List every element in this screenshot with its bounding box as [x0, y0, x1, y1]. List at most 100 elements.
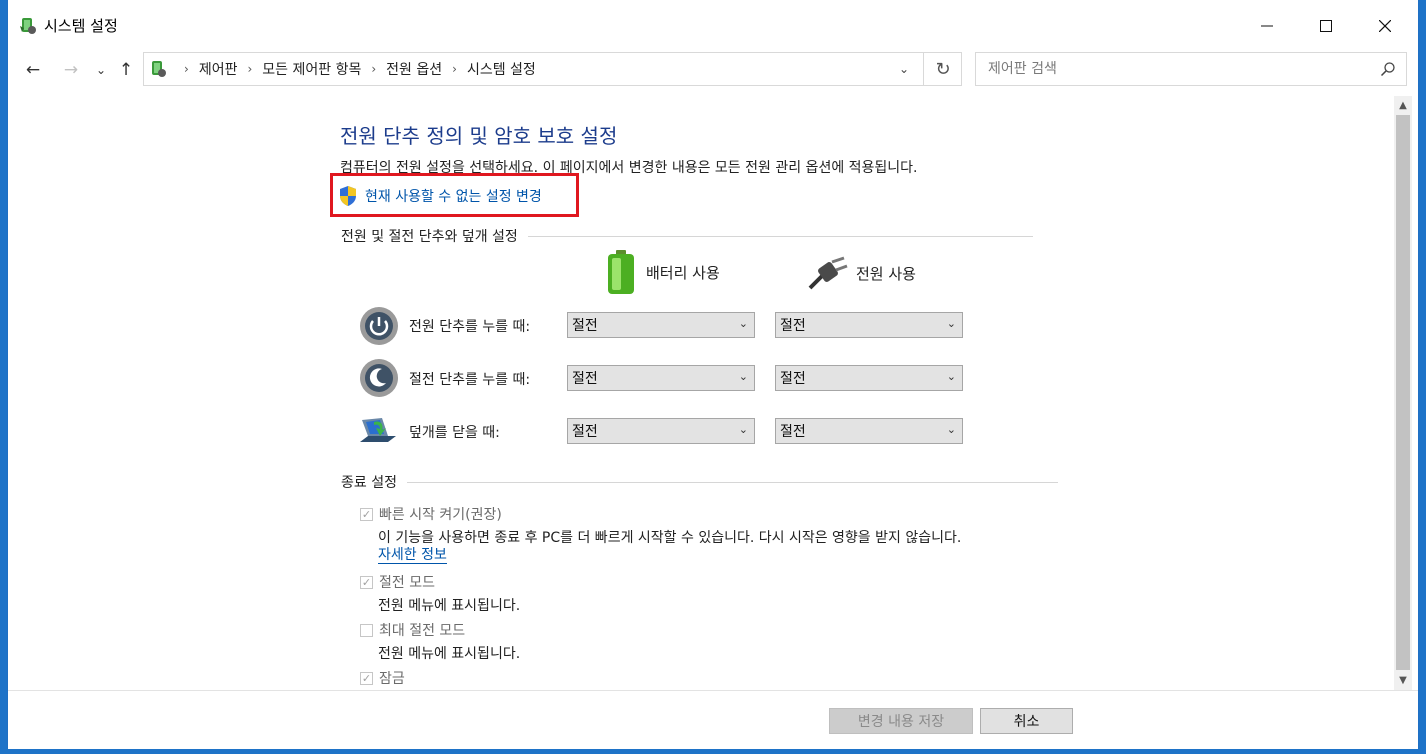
fast-startup-label: 빠른 시작 켜기(권장) [379, 507, 502, 523]
chevron-down-icon: ⌄ [738, 423, 748, 436]
chevron-down-icon: ⌄ [738, 317, 748, 330]
breadcrumb-power-options[interactable]: 전원 옵션 [386, 59, 442, 79]
plugged-column-header: 전원 사용 [808, 256, 916, 290]
chevron-right-icon[interactable]: › [452, 62, 457, 76]
power-section-header: 전원 및 절전 단추와 덮개 설정 [341, 226, 1033, 246]
select-value: 절전 [780, 424, 806, 440]
refresh-icon: ↻ [935, 58, 951, 80]
learn-more-link[interactable]: 자세한 정보 [378, 547, 447, 564]
close-button[interactable] [1356, 0, 1414, 52]
sleep-button-plugged-select[interactable]: 절전 ⌄ [775, 365, 963, 391]
sleep-description: 전원 메뉴에 표시됩니다. [378, 598, 521, 614]
search-icon [1380, 62, 1395, 77]
select-value: 절전 [572, 318, 598, 334]
address-history-button[interactable]: ⌄ [888, 53, 920, 85]
arrow-up-icon: ↑ [118, 60, 134, 80]
power-button-plugged-select[interactable]: 절전 ⌄ [775, 312, 963, 338]
chevron-right-icon[interactable]: › [247, 62, 252, 76]
control-panel-icon [152, 61, 166, 77]
lock-checkbox[interactable]: ✓ [360, 672, 373, 685]
arrow-right-icon: → [63, 60, 79, 80]
checkmark-icon: ✓ [361, 576, 372, 589]
power-section-title: 전원 및 절전 단추와 덮개 설정 [341, 229, 518, 245]
scroll-up-button[interactable]: ▲ [1394, 96, 1412, 114]
breadcrumb-all-items[interactable]: 모든 제어판 항목 [262, 59, 361, 79]
select-value: 절전 [780, 318, 806, 334]
caret-up-icon: ▲ [1399, 99, 1407, 111]
refresh-button[interactable]: ↻ [923, 53, 962, 85]
forward-button[interactable]: → [60, 52, 82, 88]
select-value: 절전 [780, 371, 806, 387]
caret-down-icon: ▼ [1399, 674, 1407, 686]
shutdown-section-header: 종료 설정 [341, 472, 1058, 492]
back-button[interactable]: ← [22, 52, 44, 88]
laptop-lid-icon [360, 418, 396, 442]
footer-bar: 변경 내용 저장 취소 [8, 690, 1418, 749]
hibernate-label: 최대 절전 모드 [379, 623, 466, 639]
chevron-down-icon: ⌄ [946, 370, 956, 383]
cancel-button[interactable]: 취소 [980, 708, 1073, 734]
checkmark-icon: ✓ [361, 672, 372, 685]
hibernate-description: 전원 메뉴에 표시됩니다. [378, 646, 521, 662]
section-divider [527, 235, 1033, 237]
search-input[interactable] [986, 60, 1370, 78]
power-plug-icon [808, 256, 848, 290]
lid-close-label: 덮개를 닫을 때: [409, 425, 500, 441]
vertical-scrollbar[interactable]: ▲ ▼ [1394, 96, 1412, 690]
sleep-button-icon [360, 359, 398, 397]
up-button[interactable]: ↑ [116, 52, 136, 88]
hibernate-checkbox[interactable] [360, 624, 373, 637]
sleep-checkbox[interactable]: ✓ [360, 576, 373, 589]
arrow-left-icon: ← [25, 60, 41, 80]
checkmark-icon: ✓ [361, 508, 372, 521]
scroll-down-button[interactable]: ▼ [1394, 671, 1412, 689]
power-options-icon [20, 18, 36, 34]
navigation-bar: ← → ⌄ ↑ › 제어판 › 모든 제어판 항목 › 전원 옵션 › 시스템 … [8, 52, 1418, 92]
title-bar[interactable]: 시스템 설정 [8, 0, 1418, 52]
breadcrumb-system-settings[interactable]: 시스템 설정 [467, 59, 536, 79]
lid-close-battery-select[interactable]: 절전 ⌄ [567, 418, 755, 444]
fast-startup-checkbox[interactable]: ✓ [360, 508, 373, 521]
minimize-icon [1261, 25, 1273, 27]
lid-close-plugged-select[interactable]: 절전 ⌄ [775, 418, 963, 444]
maximize-button[interactable] [1297, 0, 1355, 52]
chevron-down-icon: ⌄ [946, 423, 956, 436]
search-box[interactable] [975, 52, 1407, 86]
battery-icon [608, 250, 634, 294]
maximize-icon [1320, 20, 1332, 32]
battery-column-label: 배터리 사용 [646, 263, 720, 282]
chevron-down-icon: ⌄ [738, 370, 748, 383]
chevron-right-icon: › [184, 62, 189, 76]
chevron-down-icon: ⌄ [898, 62, 910, 76]
address-bar[interactable]: › 제어판 › 모든 제어판 항목 › 전원 옵션 › 시스템 설정 ⌄ ↻ [143, 52, 962, 86]
select-value: 절전 [572, 424, 598, 440]
uac-shield-icon [340, 186, 356, 206]
lock-label: 잠금 [379, 671, 405, 687]
sleep-button-label: 절전 단추를 누를 때: [409, 372, 531, 388]
save-changes-button[interactable]: 변경 내용 저장 [829, 708, 973, 734]
recent-locations-button[interactable]: ⌄ [94, 52, 108, 88]
battery-column-header: 배터리 사용 [606, 250, 720, 294]
minimize-button[interactable] [1238, 0, 1296, 52]
close-icon [1379, 20, 1391, 32]
sleep-label: 절전 모드 [379, 575, 435, 591]
page-title: 전원 단추 정의 및 암호 보호 설정 [340, 124, 618, 148]
system-settings-window: 시스템 설정 ← → ⌄ ↑ › 제어판 › 모든 제어판 항목 › 전원 옵션 [8, 0, 1418, 749]
section-divider [406, 481, 1058, 483]
plugged-column-label: 전원 사용 [856, 264, 916, 283]
change-unavailable-settings-link[interactable]: 현재 사용할 수 없는 설정 변경 [365, 186, 542, 206]
power-button-label: 전원 단추를 누를 때: [409, 319, 531, 335]
chevron-down-icon: ⌄ [95, 63, 107, 77]
window-title: 시스템 설정 [44, 17, 118, 35]
power-button-battery-select[interactable]: 절전 ⌄ [567, 312, 755, 338]
main-content: 전원 단추 정의 및 암호 보호 설정 컴퓨터의 전원 설정을 선택하세요. 이… [8, 96, 1394, 692]
select-value: 절전 [572, 371, 598, 387]
shutdown-section-title: 종료 설정 [341, 475, 397, 491]
fast-startup-description: 이 기능을 사용하면 종료 후 PC를 더 빠르게 시작할 수 있습니다. 다시… [378, 530, 962, 546]
chevron-down-icon: ⌄ [946, 317, 956, 330]
power-button-icon [360, 307, 398, 345]
chevron-right-icon[interactable]: › [371, 62, 376, 76]
sleep-button-battery-select[interactable]: 절전 ⌄ [567, 365, 755, 391]
scroll-thumb[interactable] [1396, 115, 1410, 670]
breadcrumb-control-panel[interactable]: 제어판 [199, 59, 238, 79]
